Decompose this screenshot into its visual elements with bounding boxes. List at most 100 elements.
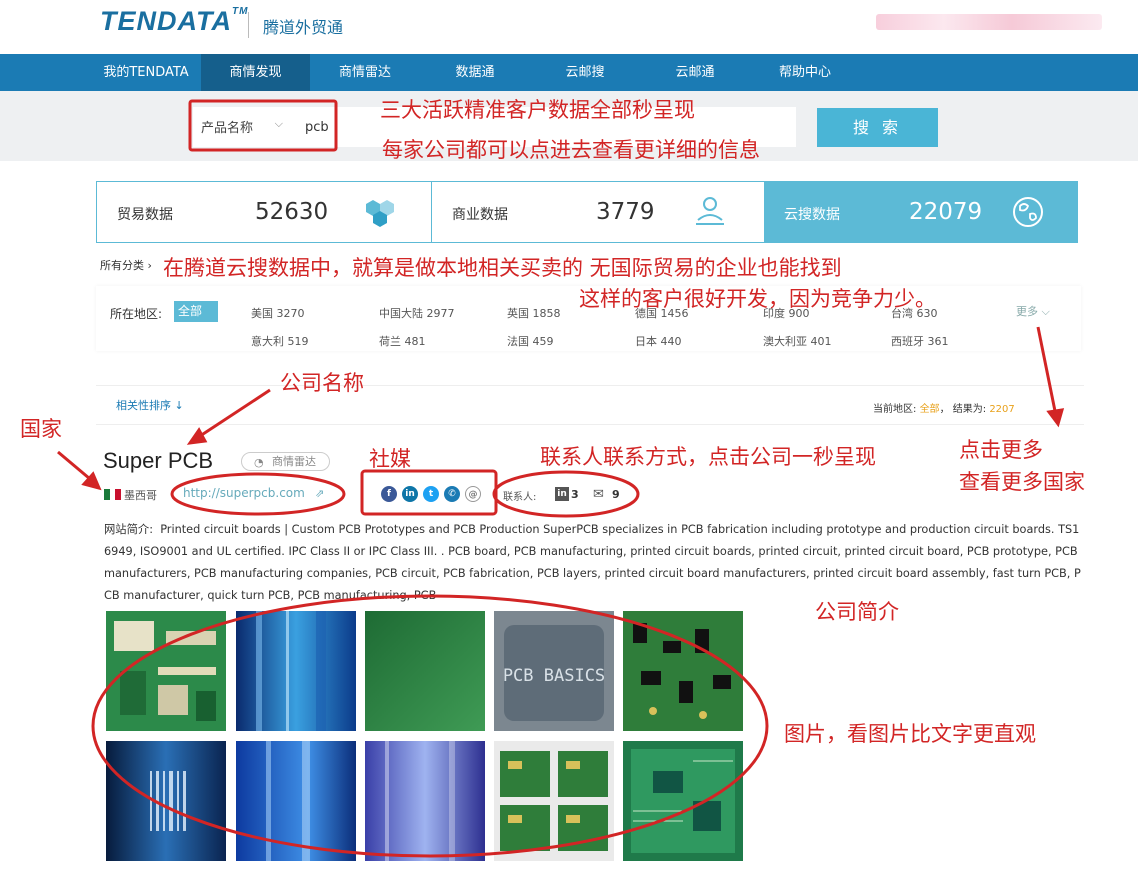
arrow-down-icon: ↓ bbox=[174, 399, 184, 412]
stat-value: 22079 bbox=[909, 199, 983, 225]
stat-cloud-search-data[interactable]: 云搜数据 22079 bbox=[764, 182, 1077, 242]
annotation-text: 图片，看图片比文字更直观 bbox=[784, 722, 1036, 746]
company-image[interactable] bbox=[106, 611, 226, 731]
chevron-right-icon: › bbox=[147, 259, 152, 272]
company-image[interactable] bbox=[365, 741, 485, 861]
twitter-icon[interactable]: t bbox=[423, 486, 439, 502]
region-item[interactable]: 日本 440 bbox=[635, 333, 682, 349]
company-image[interactable] bbox=[623, 741, 743, 861]
region-item[interactable]: 澳大利亚 401 bbox=[763, 333, 832, 349]
globe-icon bbox=[1013, 197, 1043, 227]
linkedin-icon[interactable]: in bbox=[402, 486, 418, 502]
user-info-blurred[interactable] bbox=[876, 14, 1102, 30]
region-item[interactable]: 美国 3270 bbox=[251, 305, 305, 321]
chevron-down-icon: ⌵ bbox=[1041, 305, 1050, 318]
company-image[interactable] bbox=[106, 741, 226, 861]
stat-label: 贸易数据 bbox=[117, 207, 173, 223]
region-filter-label: 所在地区: bbox=[110, 307, 163, 321]
all-categories-label: 所有分类 bbox=[100, 259, 144, 272]
nav-business-radar[interactable]: 商情雷达 bbox=[320, 54, 410, 91]
logo-tm: TM bbox=[231, 6, 249, 17]
linkedin-contacts-icon[interactable]: in bbox=[555, 487, 569, 501]
stat-value: 3779 bbox=[596, 199, 655, 225]
nav-business-discovery[interactable]: 商情发现 bbox=[201, 54, 310, 91]
stat-trade-data[interactable]: 贸易数据 52630 bbox=[97, 182, 431, 242]
mail-contacts-count[interactable]: 9 bbox=[612, 488, 620, 501]
results-count: 2207 bbox=[989, 404, 1015, 415]
image-text: PCB BASICS bbox=[503, 666, 605, 686]
annotation-text: 查看更多国家 bbox=[959, 470, 1085, 494]
radar-icon: ◔ bbox=[254, 456, 264, 469]
top-header: TENDATATM 腾道外贸通 bbox=[0, 0, 1138, 54]
current-region-label: 当前地区: bbox=[873, 404, 917, 415]
nav-cloud-mail-search[interactable]: 云邮搜 bbox=[540, 54, 630, 91]
region-item[interactable]: 意大利 519 bbox=[251, 333, 309, 349]
nav-help-center[interactable]: 帮助中心 bbox=[760, 54, 850, 91]
current-region-summary: 当前地区: 全部， 结果为: 2207 bbox=[873, 404, 1015, 415]
company-country: 墨西哥 bbox=[124, 489, 157, 502]
company-image[interactable]: PCB BASICS bbox=[494, 611, 614, 731]
main-nav: 我的TENDATA 商情发现 商情雷达 数据通 云邮搜 云邮通 帮助中心 bbox=[0, 54, 1138, 91]
company-name-link[interactable]: Super PCB bbox=[103, 448, 213, 474]
company-website-link[interactable]: http://superpcb.com bbox=[183, 486, 305, 500]
badge-label: 商情雷达 bbox=[272, 455, 316, 468]
annotation-text: 点击更多 bbox=[959, 438, 1043, 462]
data-stats-bar: 贸易数据 52630 商业数据 3779 云搜数据 22079 bbox=[96, 181, 1078, 243]
stat-value: 52630 bbox=[255, 199, 329, 225]
annotation-text: 联系人联系方式，点击公司一秒呈现 bbox=[540, 445, 876, 469]
stat-label: 商业数据 bbox=[452, 207, 508, 223]
nav-my-tendata[interactable]: 我的TENDATA bbox=[96, 54, 196, 91]
chevron-down-icon: ⌵ bbox=[274, 117, 283, 130]
company-image[interactable] bbox=[494, 741, 614, 861]
mail-icon[interactable]: ✉ bbox=[593, 487, 604, 502]
logo-divider bbox=[248, 12, 249, 38]
description-label: 网站简介: bbox=[104, 523, 153, 536]
region-item[interactable]: 印度 900 bbox=[763, 305, 810, 321]
contacts-label: 联系人: bbox=[503, 492, 537, 503]
stat-business-data[interactable]: 商业数据 3779 bbox=[432, 182, 764, 242]
region-item[interactable]: 西班牙 361 bbox=[891, 333, 949, 349]
results-label: 结果为: bbox=[952, 404, 987, 415]
sort-label: 相关性排序 bbox=[116, 399, 171, 412]
email-circle-icon[interactable]: @ bbox=[465, 486, 481, 502]
tendata-logo[interactable]: TENDATATM bbox=[100, 6, 248, 37]
all-categories-breadcrumb[interactable]: 所有分类 › bbox=[100, 257, 152, 273]
current-region-value: 全部 bbox=[919, 404, 940, 415]
search-field-select[interactable]: 产品名称 ⌵ bbox=[193, 107, 293, 147]
search-button[interactable]: 搜 索 bbox=[817, 108, 938, 147]
more-regions-button[interactable]: 更多 ⌵ bbox=[1016, 303, 1050, 319]
relevance-sort-button[interactable]: 相关性排序 ↓ bbox=[116, 397, 184, 413]
company-image[interactable] bbox=[236, 611, 356, 731]
search-field-label: 产品名称 bbox=[201, 121, 254, 136]
region-item[interactable]: 中国大陆 2977 bbox=[379, 305, 455, 321]
facebook-icon[interactable]: f bbox=[381, 486, 397, 502]
nav-cloud-mail[interactable]: 云邮通 bbox=[650, 54, 740, 91]
logo-text: TENDATA bbox=[100, 6, 232, 36]
region-item[interactable]: 荷兰 481 bbox=[379, 333, 426, 349]
region-item[interactable]: 台湾 630 bbox=[891, 305, 938, 321]
region-item[interactable]: 法国 459 bbox=[507, 333, 554, 349]
company-description: 网站简介: Printed circuit boards | Custom PC… bbox=[104, 519, 1082, 607]
company-image[interactable] bbox=[236, 741, 356, 861]
annotation-text: 国家 bbox=[20, 417, 62, 441]
hexagons-icon bbox=[366, 200, 394, 227]
stat-label: 云搜数据 bbox=[784, 207, 840, 223]
nav-data-tong[interactable]: 数据通 bbox=[430, 54, 520, 91]
phone-icon[interactable]: ✆ bbox=[444, 486, 460, 502]
product-subtitle: 腾道外贸通 bbox=[263, 18, 344, 37]
external-link-icon[interactable]: ⇗ bbox=[315, 487, 324, 500]
search-input[interactable] bbox=[293, 107, 796, 147]
mexico-flag-icon bbox=[104, 489, 122, 500]
linkedin-contacts-count[interactable]: 3 bbox=[571, 488, 579, 501]
region-item[interactable]: 德国 1456 bbox=[635, 305, 689, 321]
description-text: Printed circuit boards | Custom PCB Prot… bbox=[104, 523, 1081, 602]
business-radar-badge[interactable]: ◔ 商情雷达 bbox=[241, 452, 330, 471]
company-image[interactable] bbox=[365, 611, 485, 731]
annotation-text: 社媒 bbox=[369, 447, 411, 471]
more-label: 更多 bbox=[1016, 305, 1038, 318]
region-all-button[interactable]: 全部 bbox=[174, 301, 218, 322]
handshake-icon bbox=[696, 197, 724, 225]
annotation-text: 在腾道云搜数据中，就算是做本地相关买卖的 无国际贸易的企业也能找到 bbox=[163, 256, 842, 280]
region-item[interactable]: 英国 1858 bbox=[507, 305, 561, 321]
company-image[interactable] bbox=[623, 611, 743, 731]
